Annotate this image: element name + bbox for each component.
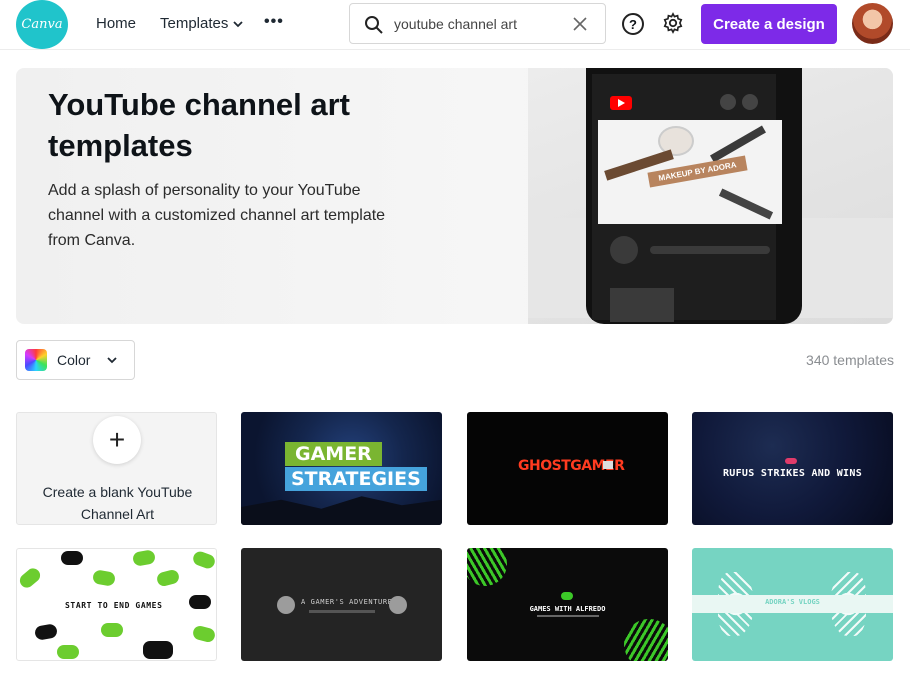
template-card-gamers-adventures[interactable]: A GAMER'S ADVENTURES	[241, 548, 442, 661]
gamepad-button-icon	[389, 596, 407, 614]
gamepad-icon	[561, 592, 573, 600]
ghost-icon	[603, 461, 613, 469]
chevron-down-icon	[107, 357, 118, 364]
template-count: 340 templates	[806, 352, 894, 368]
color-swatch-icon	[25, 349, 47, 371]
create-blank-label: Create a blank YouTube Channel Art	[42, 484, 193, 522]
plus-icon: +	[93, 416, 141, 464]
template-card-gamer-strategies[interactable]: GAMER STRATEGIES	[241, 412, 442, 525]
nav-home[interactable]: Home	[96, 15, 136, 32]
hero-banner: YouTube channel art templates Add a spla…	[16, 68, 893, 324]
create-blank-card[interactable]: + Create a blank YouTube Channel Art	[16, 412, 217, 525]
color-filter-dropdown[interactable]: Color	[16, 340, 135, 380]
plus-circle-icon	[277, 596, 295, 614]
template-title: ADORA'S VLOGS	[765, 598, 820, 606]
search-icon	[365, 16, 383, 34]
more-menu-icon[interactable]: •••	[264, 13, 284, 31]
nav-templates[interactable]: Templates	[160, 15, 244, 32]
template-title: RUFUS STRIKES AND WINS	[722, 468, 863, 479]
phone-channel-banner: MAKEUP BY ADORA	[598, 120, 782, 224]
search-input[interactable]	[394, 12, 564, 36]
template-card-start-to-end[interactable]: START TO END GAMES	[16, 548, 217, 661]
chevron-down-icon	[233, 20, 244, 27]
nav-templates-label: Templates	[160, 15, 229, 32]
canva-logo[interactable]: Canva	[16, 0, 68, 49]
clear-search-icon[interactable]	[572, 16, 588, 32]
create-design-button[interactable]: Create a design	[701, 4, 837, 44]
template-card-adoras-vlogs[interactable]: ADORA'S VLOGS	[692, 548, 893, 661]
gear-icon[interactable]	[662, 12, 684, 34]
template-card-rufus[interactable]: RUFUS STRIKES AND WINS	[692, 412, 893, 525]
phone-mockup: MAKEUP BY ADORA	[586, 68, 802, 324]
youtube-icon	[610, 96, 632, 110]
top-bar: Canva Home Templates ••• ? Create a desi…	[0, 0, 910, 50]
template-title-line1: GAMER	[285, 442, 382, 466]
template-card-ghostgamer[interactable]: GHOSTGAMER	[467, 412, 668, 525]
color-filter-label: Color	[57, 352, 91, 368]
template-title: A GAMER'S ADVENTURES	[301, 598, 398, 606]
template-card-games-with-alfredo[interactable]: GAMES WITH ALFREDO	[467, 548, 668, 661]
search-box	[349, 3, 606, 44]
template-title: GAMES WITH ALFREDO	[529, 605, 606, 613]
gamepad-icon	[785, 458, 797, 464]
help-icon[interactable]: ?	[622, 13, 644, 35]
logo-text: Canva	[21, 17, 63, 32]
avatar[interactable]	[852, 3, 893, 44]
page-title: YouTube channel art templates	[48, 87, 350, 163]
template-title-line2: STRATEGIES	[285, 467, 427, 491]
page-description: Add a splash of personality to your YouT…	[48, 182, 386, 249]
template-title: START TO END GAMES	[65, 601, 163, 610]
